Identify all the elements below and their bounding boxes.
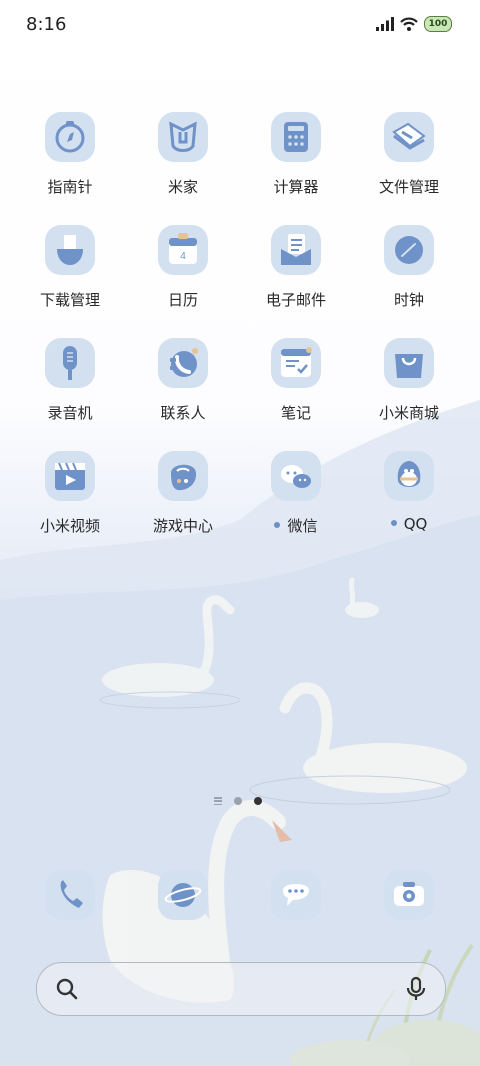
app-label: QQ [359,515,459,533]
app-wechat[interactable]: 微信 [246,449,346,536]
app-calculator[interactable]: 计算器 [246,110,346,197]
contacts-icon [156,336,210,390]
calendar-icon: 4 [156,223,210,277]
dock-messages[interactable] [246,868,346,922]
game-center-icon [156,449,210,503]
notification-dot [274,521,281,528]
app-label: 计算器 [273,178,319,196]
app-downloads[interactable]: 下载管理 [20,223,120,310]
calculator-icon [269,110,323,164]
app-label: 指南针 [47,178,93,196]
search-icon[interactable] [55,977,79,1001]
page-dot [234,797,242,805]
file-manager-icon [382,110,436,164]
app-email[interactable]: 电子邮件 [246,223,346,310]
app-label: 米家 [167,178,198,196]
app-label: 时钟 [393,291,424,309]
app-compass[interactable]: 指南针 [20,110,120,197]
page-indicator[interactable] [214,797,262,805]
app-label: 小米视频 [39,517,100,535]
recorder-icon [43,336,97,390]
phone-icon [43,868,97,922]
app-label-text: 微信 [287,517,318,535]
signal-icon [376,17,394,31]
app-notes[interactable]: 笔记 [246,336,346,423]
dock-phone[interactable] [20,868,120,922]
messages-icon [269,868,323,922]
app-label: 小米商城 [378,404,439,422]
wifi-icon [400,17,418,31]
app-mi-video[interactable]: 小米视频 [20,449,120,536]
app-label: 日历 [167,291,198,309]
status-bar: 8:16 100 [0,0,480,50]
search-bar[interactable] [36,962,446,1016]
camera-icon [382,868,436,922]
wechat-icon [269,449,323,503]
battery-indicator: 100 [424,16,452,32]
app-mi-store[interactable]: 小米商城 [359,336,459,423]
dock-browser[interactable] [133,868,233,922]
app-label: 文件管理 [378,178,439,196]
app-clock[interactable]: 时钟 [359,223,459,310]
app-label: 微信 [246,515,346,536]
app-label: 电子邮件 [265,291,326,309]
app-recorder[interactable]: 录音机 [20,336,120,423]
notes-icon [269,336,323,390]
mijia-icon [156,110,210,164]
app-label-text: QQ [403,515,428,533]
status-time: 8:16 [26,14,67,35]
calendar-day: 4 [180,251,186,262]
app-label: 联系人 [160,404,206,422]
app-mijia[interactable]: 米家 [133,110,233,197]
page-dot-active [254,797,262,805]
email-icon [269,223,323,277]
app-qq[interactable]: QQ [359,449,459,533]
download-icon [43,223,97,277]
browser-icon [156,868,210,922]
video-icon [43,449,97,503]
app-label: 笔记 [280,404,311,422]
page-indicator-menu [214,797,222,805]
dock-camera[interactable] [359,868,459,922]
clock-icon [382,223,436,277]
app-file-manager[interactable]: 文件管理 [359,110,459,197]
app-label: 游戏中心 [152,517,213,535]
app-calendar[interactable]: 4 日历 [133,223,233,310]
microphone-icon[interactable] [405,976,427,1002]
app-label: 录音机 [47,404,93,422]
mi-store-icon [382,336,436,390]
compass-icon [43,110,97,164]
app-game-center[interactable]: 游戏中心 [133,449,233,536]
notification-dot [390,519,397,526]
app-contacts[interactable]: 联系人 [133,336,233,423]
app-label: 下载管理 [39,291,100,309]
qq-icon [382,449,436,503]
